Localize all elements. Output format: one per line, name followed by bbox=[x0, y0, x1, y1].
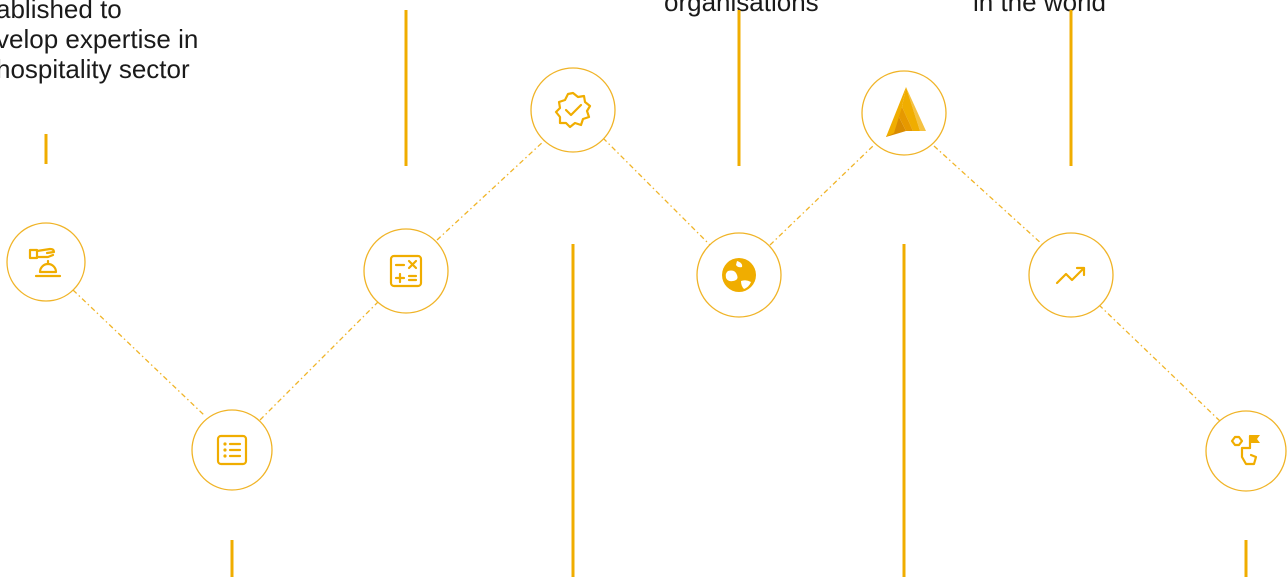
timeline-node-8 bbox=[1205, 410, 1287, 492]
timeline-node-2 bbox=[191, 409, 273, 491]
connector-4-5 bbox=[602, 137, 711, 246]
globe-icon bbox=[722, 258, 756, 292]
connector-7-8 bbox=[1098, 304, 1223, 424]
timeline-node-4 bbox=[530, 67, 616, 153]
connector-2-3 bbox=[259, 301, 379, 421]
node-circle-1 bbox=[6, 222, 86, 302]
connector-3-4 bbox=[436, 139, 546, 241]
timeline-node-7 bbox=[1028, 232, 1114, 318]
timeline-page: ablished to velop expertise in hospitali… bbox=[0, 0, 1287, 577]
connector-5-6 bbox=[769, 144, 875, 246]
timeline-diagram bbox=[6, 10, 1287, 577]
connector-6-7 bbox=[933, 145, 1044, 246]
node-circle-3 bbox=[363, 228, 449, 314]
timeline-node-1 bbox=[6, 222, 86, 302]
node-circle-4 bbox=[530, 67, 616, 153]
timeline-node-5 bbox=[696, 232, 782, 318]
connector-1-2 bbox=[72, 289, 205, 416]
node-circle-7 bbox=[1028, 232, 1114, 318]
node-circle-8 bbox=[1205, 410, 1287, 492]
timeline-node-3 bbox=[363, 228, 449, 314]
timeline-node-6 bbox=[861, 70, 947, 156]
